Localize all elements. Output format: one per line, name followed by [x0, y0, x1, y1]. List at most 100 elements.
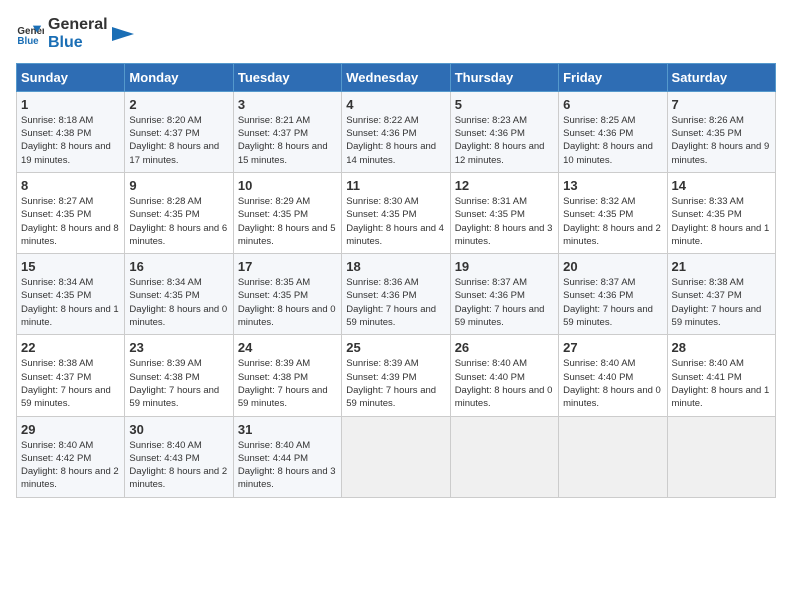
day-number: 1: [21, 97, 120, 112]
day-number: 15: [21, 259, 120, 274]
day-number: 6: [563, 97, 662, 112]
day-cell: 22 Sunrise: 8:38 AM Sunset: 4:37 PM Dayl…: [17, 335, 125, 416]
day-info: Sunrise: 8:26 AM Sunset: 4:35 PM Dayligh…: [672, 114, 771, 167]
week-row-3: 15 Sunrise: 8:34 AM Sunset: 4:35 PM Dayl…: [17, 254, 776, 335]
day-cell: 17 Sunrise: 8:35 AM Sunset: 4:35 PM Dayl…: [233, 254, 341, 335]
day-cell: 5 Sunrise: 8:23 AM Sunset: 4:36 PM Dayli…: [450, 91, 558, 172]
svg-text:Blue: Blue: [17, 36, 39, 47]
day-info: Sunrise: 8:21 AM Sunset: 4:37 PM Dayligh…: [238, 114, 337, 167]
day-number: 8: [21, 178, 120, 193]
day-info: Sunrise: 8:40 AM Sunset: 4:43 PM Dayligh…: [129, 439, 228, 492]
day-number: 3: [238, 97, 337, 112]
column-header-wednesday: Wednesday: [342, 63, 450, 91]
day-cell: 30 Sunrise: 8:40 AM Sunset: 4:43 PM Dayl…: [125, 416, 233, 497]
day-info: Sunrise: 8:20 AM Sunset: 4:37 PM Dayligh…: [129, 114, 228, 167]
day-number: 4: [346, 97, 445, 112]
day-cell: 29 Sunrise: 8:40 AM Sunset: 4:42 PM Dayl…: [17, 416, 125, 497]
day-cell: 20 Sunrise: 8:37 AM Sunset: 4:36 PM Dayl…: [559, 254, 667, 335]
day-cell: [559, 416, 667, 497]
week-row-2: 8 Sunrise: 8:27 AM Sunset: 4:35 PM Dayli…: [17, 172, 776, 253]
day-cell: 16 Sunrise: 8:34 AM Sunset: 4:35 PM Dayl…: [125, 254, 233, 335]
day-info: Sunrise: 8:40 AM Sunset: 4:41 PM Dayligh…: [672, 357, 771, 410]
calendar-table: SundayMondayTuesdayWednesdayThursdayFrid…: [16, 63, 776, 498]
day-info: Sunrise: 8:22 AM Sunset: 4:36 PM Dayligh…: [346, 114, 445, 167]
day-number: 7: [672, 97, 771, 112]
day-number: 12: [455, 178, 554, 193]
column-header-saturday: Saturday: [667, 63, 775, 91]
day-number: 31: [238, 422, 337, 437]
logo-blue: Blue: [48, 34, 108, 52]
day-number: 19: [455, 259, 554, 274]
day-number: 10: [238, 178, 337, 193]
day-number: 2: [129, 97, 228, 112]
day-number: 29: [21, 422, 120, 437]
day-info: Sunrise: 8:18 AM Sunset: 4:38 PM Dayligh…: [21, 114, 120, 167]
day-info: Sunrise: 8:37 AM Sunset: 4:36 PM Dayligh…: [563, 276, 662, 329]
day-number: 21: [672, 259, 771, 274]
week-row-1: 1 Sunrise: 8:18 AM Sunset: 4:38 PM Dayli…: [17, 91, 776, 172]
day-cell: 8 Sunrise: 8:27 AM Sunset: 4:35 PM Dayli…: [17, 172, 125, 253]
day-number: 11: [346, 178, 445, 193]
day-cell: 9 Sunrise: 8:28 AM Sunset: 4:35 PM Dayli…: [125, 172, 233, 253]
day-number: 24: [238, 340, 337, 355]
day-number: 9: [129, 178, 228, 193]
calendar-body: 1 Sunrise: 8:18 AM Sunset: 4:38 PM Dayli…: [17, 91, 776, 497]
day-cell: 2 Sunrise: 8:20 AM Sunset: 4:37 PM Dayli…: [125, 91, 233, 172]
week-row-4: 22 Sunrise: 8:38 AM Sunset: 4:37 PM Dayl…: [17, 335, 776, 416]
day-info: Sunrise: 8:25 AM Sunset: 4:36 PM Dayligh…: [563, 114, 662, 167]
page-header: General Blue General Blue: [16, 16, 776, 53]
day-info: Sunrise: 8:38 AM Sunset: 4:37 PM Dayligh…: [672, 276, 771, 329]
day-number: 30: [129, 422, 228, 437]
day-cell: 25 Sunrise: 8:39 AM Sunset: 4:39 PM Dayl…: [342, 335, 450, 416]
day-cell: 21 Sunrise: 8:38 AM Sunset: 4:37 PM Dayl…: [667, 254, 775, 335]
day-info: Sunrise: 8:34 AM Sunset: 4:35 PM Dayligh…: [129, 276, 228, 329]
day-info: Sunrise: 8:40 AM Sunset: 4:44 PM Dayligh…: [238, 439, 337, 492]
day-cell: 23 Sunrise: 8:39 AM Sunset: 4:38 PM Dayl…: [125, 335, 233, 416]
day-info: Sunrise: 8:36 AM Sunset: 4:36 PM Dayligh…: [346, 276, 445, 329]
calendar-header-row: SundayMondayTuesdayWednesdayThursdayFrid…: [17, 63, 776, 91]
day-cell: 7 Sunrise: 8:26 AM Sunset: 4:35 PM Dayli…: [667, 91, 775, 172]
day-number: 14: [672, 178, 771, 193]
day-info: Sunrise: 8:39 AM Sunset: 4:38 PM Dayligh…: [238, 357, 337, 410]
day-info: Sunrise: 8:33 AM Sunset: 4:35 PM Dayligh…: [672, 195, 771, 248]
column-header-friday: Friday: [559, 63, 667, 91]
day-info: Sunrise: 8:27 AM Sunset: 4:35 PM Dayligh…: [21, 195, 120, 248]
day-info: Sunrise: 8:39 AM Sunset: 4:38 PM Dayligh…: [129, 357, 228, 410]
day-info: Sunrise: 8:29 AM Sunset: 4:35 PM Dayligh…: [238, 195, 337, 248]
column-header-monday: Monday: [125, 63, 233, 91]
day-cell: 19 Sunrise: 8:37 AM Sunset: 4:36 PM Dayl…: [450, 254, 558, 335]
logo: General Blue General Blue: [16, 16, 134, 53]
day-cell: 1 Sunrise: 8:18 AM Sunset: 4:38 PM Dayli…: [17, 91, 125, 172]
day-number: 26: [455, 340, 554, 355]
day-number: 20: [563, 259, 662, 274]
day-cell: 4 Sunrise: 8:22 AM Sunset: 4:36 PM Dayli…: [342, 91, 450, 172]
day-cell: 3 Sunrise: 8:21 AM Sunset: 4:37 PM Dayli…: [233, 91, 341, 172]
day-number: 13: [563, 178, 662, 193]
day-cell: 13 Sunrise: 8:32 AM Sunset: 4:35 PM Dayl…: [559, 172, 667, 253]
day-cell: 24 Sunrise: 8:39 AM Sunset: 4:38 PM Dayl…: [233, 335, 341, 416]
day-cell: 15 Sunrise: 8:34 AM Sunset: 4:35 PM Dayl…: [17, 254, 125, 335]
logo-arrow-icon: [112, 23, 134, 45]
day-number: 23: [129, 340, 228, 355]
day-number: 22: [21, 340, 120, 355]
day-cell: 28 Sunrise: 8:40 AM Sunset: 4:41 PM Dayl…: [667, 335, 775, 416]
day-info: Sunrise: 8:34 AM Sunset: 4:35 PM Dayligh…: [21, 276, 120, 329]
logo-icon: General Blue: [16, 20, 44, 48]
day-info: Sunrise: 8:40 AM Sunset: 4:42 PM Dayligh…: [21, 439, 120, 492]
day-info: Sunrise: 8:23 AM Sunset: 4:36 PM Dayligh…: [455, 114, 554, 167]
day-info: Sunrise: 8:35 AM Sunset: 4:35 PM Dayligh…: [238, 276, 337, 329]
day-number: 25: [346, 340, 445, 355]
day-cell: 18 Sunrise: 8:36 AM Sunset: 4:36 PM Dayl…: [342, 254, 450, 335]
day-cell: 26 Sunrise: 8:40 AM Sunset: 4:40 PM Dayl…: [450, 335, 558, 416]
day-number: 28: [672, 340, 771, 355]
day-info: Sunrise: 8:28 AM Sunset: 4:35 PM Dayligh…: [129, 195, 228, 248]
day-cell: [342, 416, 450, 497]
week-row-5: 29 Sunrise: 8:40 AM Sunset: 4:42 PM Dayl…: [17, 416, 776, 497]
day-info: Sunrise: 8:40 AM Sunset: 4:40 PM Dayligh…: [455, 357, 554, 410]
day-cell: [667, 416, 775, 497]
day-number: 18: [346, 259, 445, 274]
column-header-tuesday: Tuesday: [233, 63, 341, 91]
day-cell: [450, 416, 558, 497]
day-info: Sunrise: 8:40 AM Sunset: 4:40 PM Dayligh…: [563, 357, 662, 410]
day-cell: 14 Sunrise: 8:33 AM Sunset: 4:35 PM Dayl…: [667, 172, 775, 253]
